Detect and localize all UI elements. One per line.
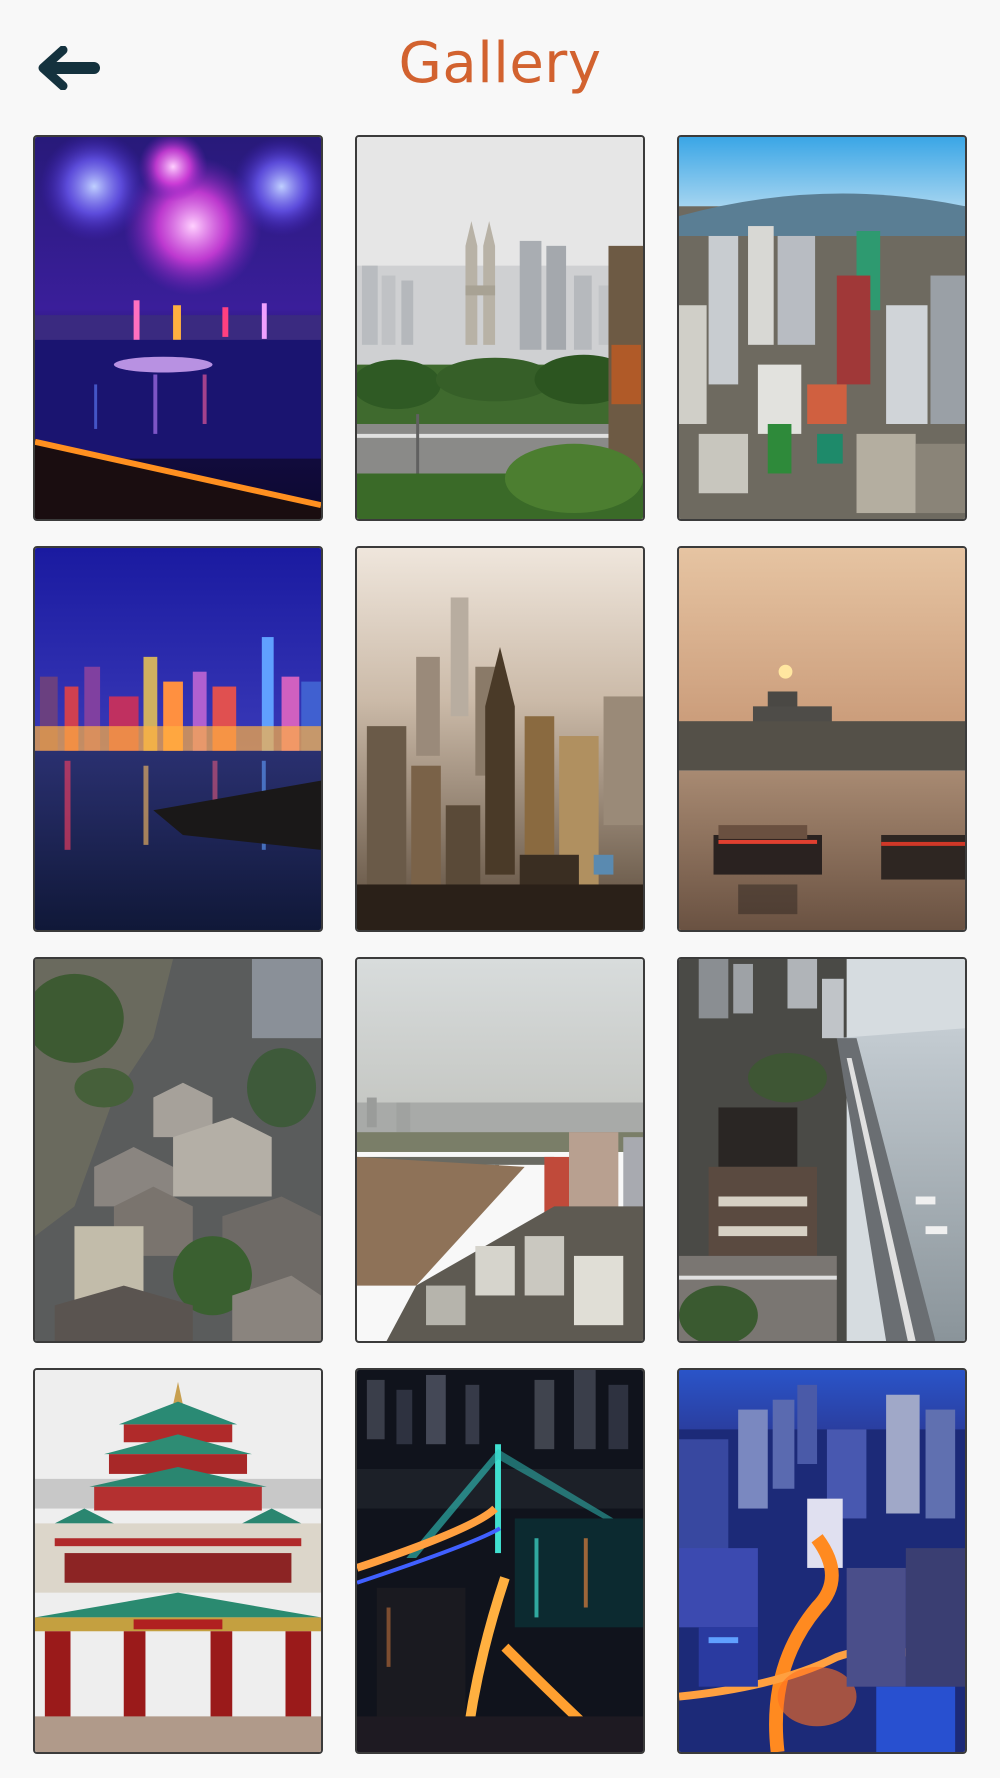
gallery-item-9[interactable] [677,957,967,1343]
gallery-item-8[interactable] [355,957,645,1343]
night-skyline-river-photo [35,548,321,930]
app-header: Gallery [0,0,1000,130]
gallery-item-10[interactable] [33,1368,323,1754]
fireworks-night-river-photo [35,137,321,519]
aerial-city-fisheye-photo [679,137,965,519]
sunset-river-boats-photo [679,548,965,930]
gallery-item-5[interactable] [355,546,645,932]
cliff-village-rooftops-photo [35,959,321,1341]
gallery-item-11[interactable] [355,1368,645,1754]
gallery-item-2[interactable] [355,135,645,521]
gallery-item-4[interactable] [33,546,323,932]
gallery-item-3[interactable] [677,135,967,521]
gallery-item-6[interactable] [677,546,967,932]
gallery-grid [33,135,968,1754]
riverside-pavilion-road-photo [679,959,965,1341]
gallery-item-1[interactable] [33,135,323,521]
gallery-item-7[interactable] [33,957,323,1343]
aerial-skyscrapers-haze-photo [357,548,643,930]
gallery-item-12[interactable] [677,1368,967,1754]
blue-hour-city-lights-photo [679,1370,965,1752]
night-bridge-lights-photo [357,1370,643,1752]
page-title: Gallery [398,31,602,96]
twin-towers-hazy-photo [357,137,643,519]
river-bridge-cityscape-photo [357,959,643,1341]
great-hall-temple-photo [35,1370,321,1752]
